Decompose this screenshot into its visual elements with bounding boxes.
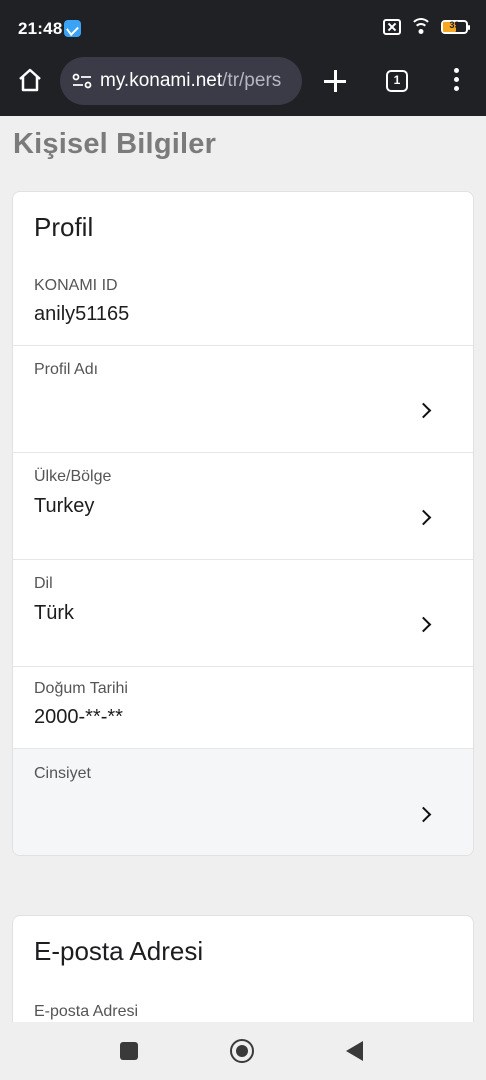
email-card: E-posta Adresi E-posta Adresi	[12, 915, 474, 1022]
konami-id-label: KONAMI ID	[34, 277, 118, 294]
gender-row[interactable]: Cinsiyet	[13, 748, 473, 855]
new-tab-icon[interactable]	[322, 68, 348, 94]
site-settings-icon[interactable]	[72, 73, 92, 89]
country-value: Turkey	[34, 495, 95, 517]
gender-label: Cinsiyet	[34, 765, 91, 782]
profile-card-title: Profil	[34, 212, 94, 242]
page-content: Kişisel Bilgiler Profil KONAMI ID anily5…	[0, 116, 486, 1022]
battery-icon: 39	[441, 20, 470, 34]
tabs-icon[interactable]: 1	[386, 70, 408, 92]
home-icon[interactable]	[16, 66, 44, 94]
recents-icon[interactable]	[120, 1042, 138, 1060]
url-text[interactable]: my.konami.net/tr/pers	[100, 70, 281, 92]
status-icons: 39	[383, 18, 470, 36]
url-path: /tr/pers	[222, 70, 282, 91]
address-bar[interactable]: my.konami.net/tr/pers	[60, 57, 302, 105]
language-row[interactable]: Dil Türk	[13, 559, 473, 666]
chevron-right-icon	[417, 807, 431, 821]
telegram-icon	[64, 20, 81, 37]
profile-card: Profil KONAMI ID anily51165 Profil Adı Ü…	[12, 191, 474, 856]
status-bar: 21:48 39	[0, 0, 486, 48]
email-field-label: E-posta Adresi	[34, 1003, 139, 1020]
home-button-icon[interactable]	[230, 1039, 254, 1063]
wifi-icon	[410, 18, 432, 36]
system-nav-bar	[0, 1022, 486, 1080]
birthdate-row: Doğum Tarihi 2000-**-**	[13, 666, 473, 748]
battery-level: 39	[449, 20, 460, 30]
language-value: Türk	[34, 602, 74, 624]
country-label: Ülke/Bölge	[34, 468, 112, 485]
profile-name-label: Profil Adı	[34, 361, 99, 378]
browser-toolbar: my.konami.net/tr/pers 1	[0, 48, 486, 116]
chevron-right-icon	[417, 510, 431, 524]
page-title: Kişisel Bilgiler	[13, 128, 217, 160]
profile-name-row[interactable]: Profil Adı	[13, 345, 473, 452]
konami-id-value: anily51165	[34, 303, 130, 325]
chevron-right-icon	[417, 403, 431, 417]
birthdate-label: Doğum Tarihi	[34, 680, 128, 697]
status-time: 21:48	[18, 19, 63, 38]
konami-id-row: KONAMI ID anily51165	[13, 268, 473, 345]
birthdate-value: 2000-**-**	[34, 706, 123, 728]
menu-icon[interactable]	[452, 68, 460, 94]
back-icon[interactable]	[346, 1041, 363, 1061]
language-label: Dil	[34, 575, 53, 592]
email-card-title: E-posta Adresi	[34, 936, 204, 966]
chevron-right-icon	[417, 617, 431, 631]
sim-off-icon	[383, 19, 401, 35]
url-host: my.konami.net	[100, 70, 223, 91]
country-row[interactable]: Ülke/Bölge Turkey	[13, 452, 473, 559]
